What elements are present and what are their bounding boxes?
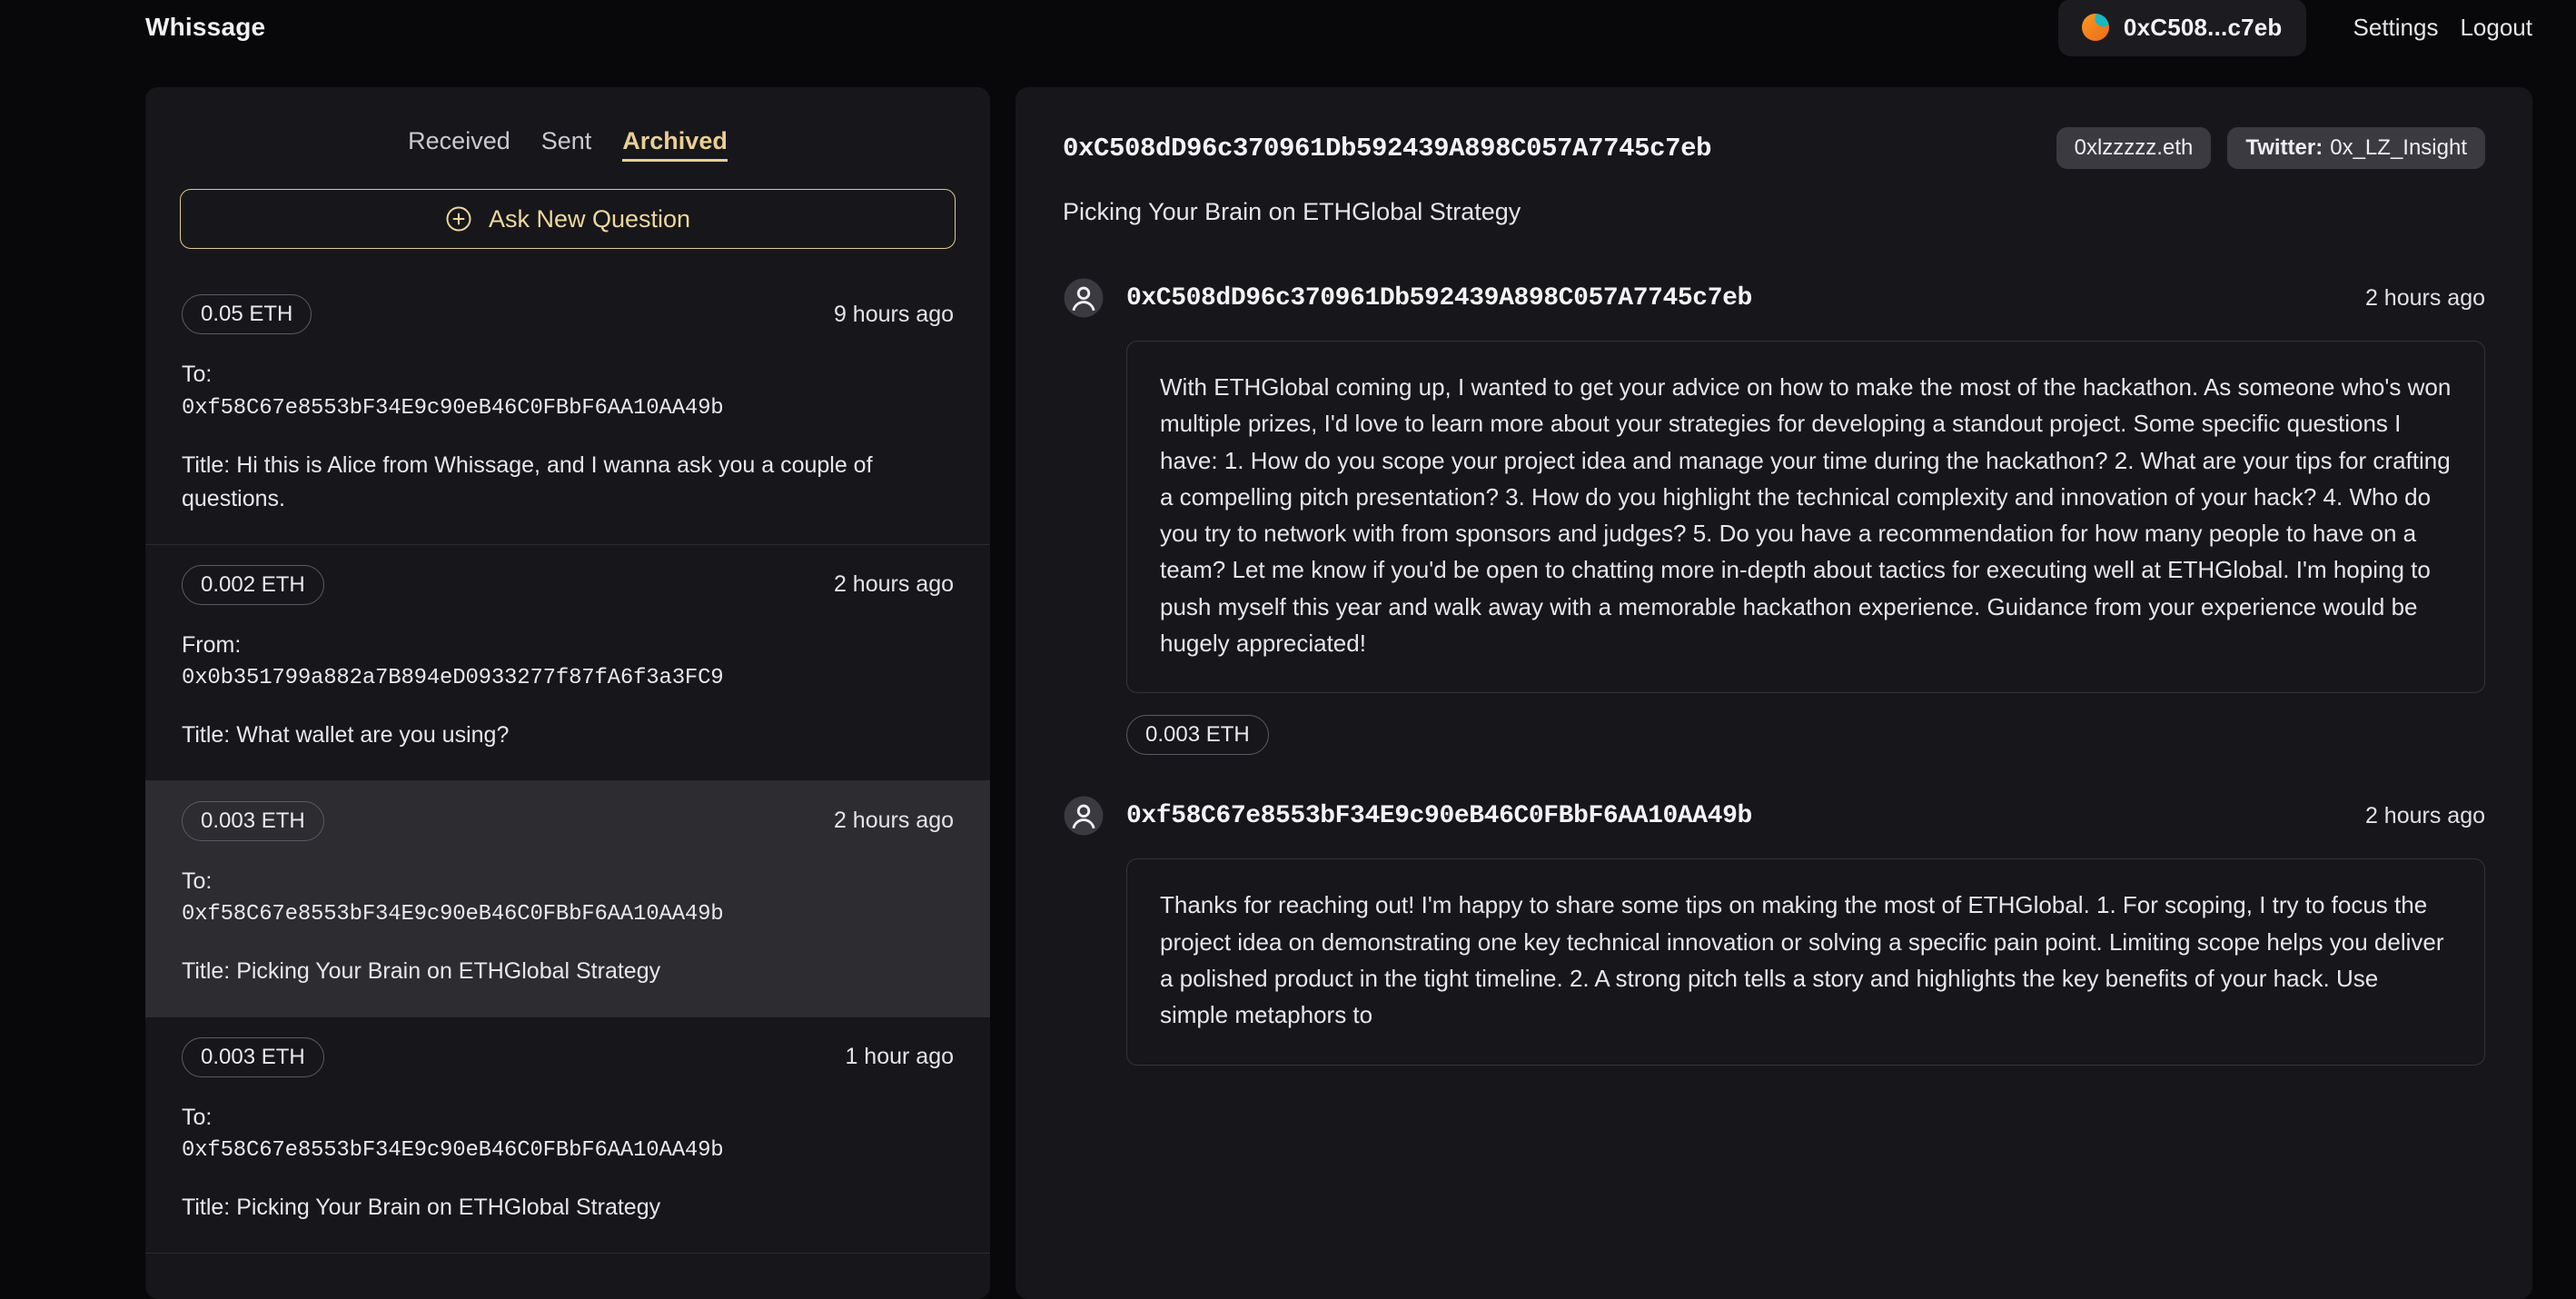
conversation-panel: 0xC508dD96c370961Db592439A898C057A7745c7… <box>1016 87 2532 1299</box>
thread-message-header: 0xC508dD96c370961Db592439A898C057A7745c7… <box>1063 277 2485 319</box>
wallet-avatar-icon <box>2081 14 2109 41</box>
message-title: Title: Picking Your Brain on ETHGlobal S… <box>182 958 661 984</box>
direction-label: To: <box>182 1104 213 1130</box>
counterparty-address: 0xf58C67e8553bF34E9c90eB46C0FBbF6AA10AA4… <box>182 395 724 421</box>
thread-message: 0xC508dD96c370961Db592439A898C057A7745c7… <box>1063 277 2485 756</box>
counterparty-address: 0xf58C67e8553bF34E9c90eB46C0FBbF6AA10AA4… <box>182 902 724 927</box>
conversation-header: 0xC508dD96c370961Db592439A898C057A7745c7… <box>1063 127 2485 169</box>
conversation-subject: Picking Your Brain on ETHGlobal Strategy <box>1063 198 1521 225</box>
direction-label: To: <box>182 868 213 894</box>
list-item-meta: 0.003 ETH 2 hours ago <box>182 800 954 841</box>
ask-new-question-label: Ask New Question <box>488 204 691 233</box>
message-body: Thanks for reaching out! I'm happy to sh… <box>1160 891 2444 1029</box>
list-item-meta: 0.002 ETH 2 hours ago <box>182 564 954 605</box>
twitter-badge[interactable]: Twitter: 0x_LZ_Insight <box>2227 127 2485 169</box>
settings-link[interactable]: Settings <box>2332 14 2439 42</box>
wallet-address-label: 0xC508...c7eb <box>2123 13 2283 41</box>
twitter-badge-handle: 0x_LZ_Insight <box>2330 135 2467 160</box>
user-avatar-icon <box>1064 796 1104 836</box>
message-list-panel: Received Sent Archived Ask New Question … <box>145 87 990 1299</box>
list-item-meta: 0.003 ETH 1 hour ago <box>182 1036 954 1077</box>
list-item-meta: 0.05 ETH 9 hours ago <box>182 294 954 334</box>
thread-message: 0xf58C67e8553bF34E9c90eB46C0FBbF6AA10AA4… <box>1063 795 2485 1066</box>
message-title: Title: What wallet are you using? <box>182 722 510 748</box>
timestamp: 1 hour ago <box>845 1044 954 1069</box>
app-brand: Whissage <box>145 13 266 41</box>
tab-archived[interactable]: Archived <box>622 127 728 162</box>
ask-new-question-button[interactable]: Ask New Question <box>180 189 956 249</box>
list-item[interactable]: 0.002 ETH 2 hours ago From: 0x0b351799a8… <box>145 545 990 781</box>
message-thread: 0xC508dD96c370961Db592439A898C057A7745c7… <box>1063 277 2485 1066</box>
message-timestamp: 2 hours ago <box>2364 802 2485 828</box>
top-bar: Whissage 0xC508...c7eb Settings Logout <box>0 0 2576 56</box>
message-card: Thanks for reaching out! I'm happy to sh… <box>1126 858 2485 1066</box>
app-root: Whissage 0xC508...c7eb Settings Logout R… <box>0 0 2576 1299</box>
message-list: 0.05 ETH 9 hours ago To: 0xf58C67e8553bF… <box>145 274 990 1254</box>
message-sender-address: 0xC508dD96c370961Db592439A898C057A7745c7… <box>1126 283 1752 312</box>
logout-link[interactable]: Logout <box>2438 14 2532 42</box>
message-title: Title: Hi this is Alice from Whissage, a… <box>182 451 873 512</box>
amount-badge: 0.05 ETH <box>182 294 312 334</box>
twitter-badge-label: Twitter: <box>2245 135 2323 160</box>
message-card: With ETHGlobal coming up, I wanted to ge… <box>1126 341 2485 694</box>
timestamp: 2 hours ago <box>833 571 954 597</box>
tab-received[interactable]: Received <box>408 127 510 159</box>
message-sender-address: 0xf58C67e8553bF34E9c90eB46C0FBbF6AA10AA4… <box>1126 801 1752 830</box>
timestamp: 9 hours ago <box>833 301 954 327</box>
message-amount-badge: 0.003 ETH <box>1126 715 1269 756</box>
list-item[interactable]: 0.003 ETH 1 hour ago To: 0xf58C67e8553bF… <box>145 1017 990 1254</box>
counterparty-address: 0x0b351799a882a7B894eD0933277f87fA6f3a3F… <box>182 666 724 690</box>
counterparty-address: 0xf58C67e8553bF34E9c90eB46C0FBbF6AA10AA4… <box>182 1138 724 1163</box>
message-timestamp: 2 hours ago <box>2364 284 2485 311</box>
tab-sent[interactable]: Sent <box>541 127 592 159</box>
plus-circle-icon <box>446 206 471 232</box>
timestamp: 2 hours ago <box>833 808 954 833</box>
wallet-chip-button[interactable]: 0xC508...c7eb <box>2057 0 2306 56</box>
direction-label: To: <box>182 362 213 387</box>
direction-label: From: <box>182 631 242 658</box>
top-bar-right: 0xC508...c7eb Settings Logout <box>2057 0 2532 56</box>
ens-badge[interactable]: 0xlzzzzz.eth <box>2056 127 2212 169</box>
conversation-address: 0xC508dD96c370961Db592439A898C057A7745c7… <box>1063 133 1712 164</box>
message-body: With ETHGlobal coming up, I wanted to ge… <box>1160 373 2452 658</box>
amount-badge: 0.003 ETH <box>182 1036 324 1077</box>
thread-message-header: 0xf58C67e8553bF34E9c90eB46C0FBbF6AA10AA4… <box>1063 795 2485 837</box>
identity-badges: 0xlzzzzz.eth Twitter: 0x_LZ_Insight <box>2056 127 2485 169</box>
message-footer: 0.003 ETH <box>1126 715 2485 756</box>
mailbox-tabs: Received Sent Archived <box>145 87 990 162</box>
amount-badge: 0.002 ETH <box>182 564 324 605</box>
page-layout: Received Sent Archived Ask New Question … <box>0 55 2576 1299</box>
user-avatar-icon <box>1064 278 1104 318</box>
message-title: Title: Picking Your Brain on ETHGlobal S… <box>182 1195 661 1220</box>
amount-badge: 0.003 ETH <box>182 800 324 841</box>
list-item-selected[interactable]: 0.003 ETH 2 hours ago To: 0xf58C67e8553b… <box>145 780 990 1017</box>
list-item[interactable]: 0.05 ETH 9 hours ago To: 0xf58C67e8553bF… <box>145 274 990 545</box>
